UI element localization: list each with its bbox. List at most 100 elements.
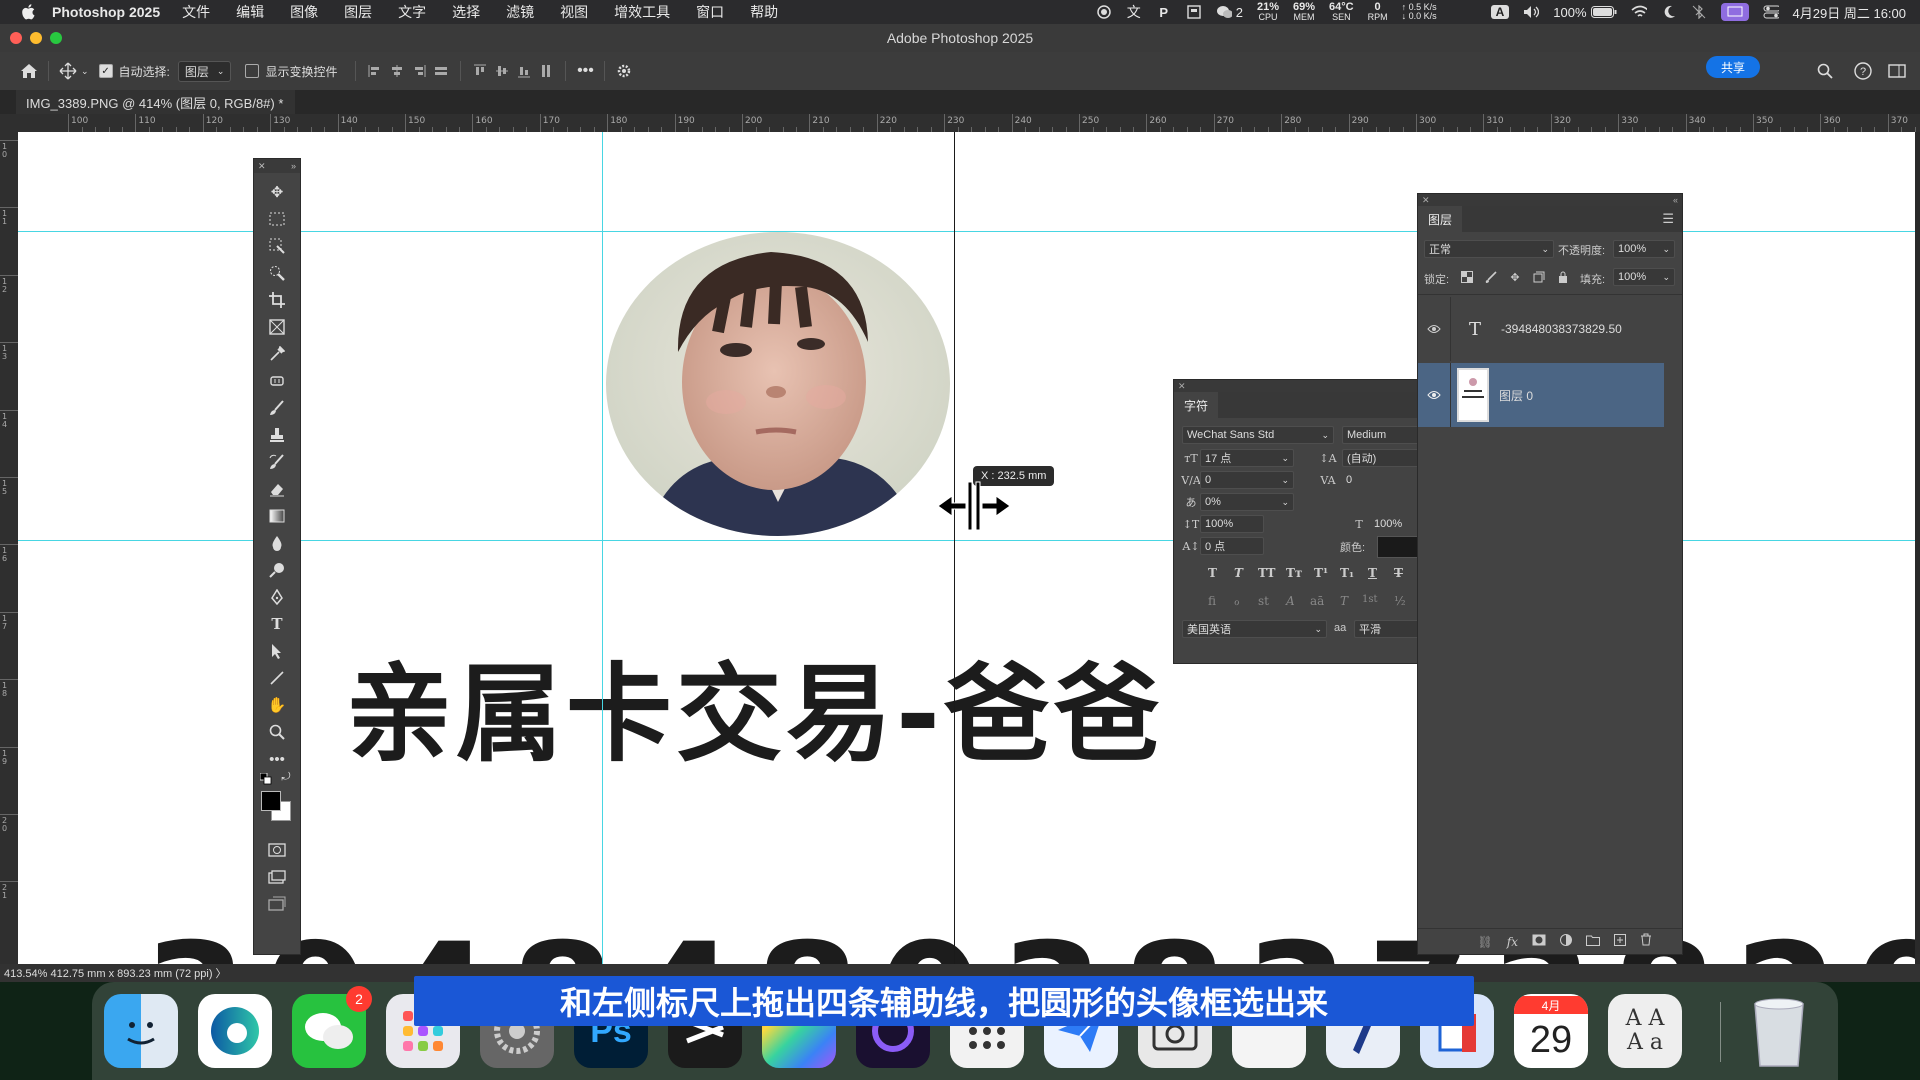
object-select-tool-icon[interactable]: [264, 235, 290, 257]
font-book-icon[interactable]: A A A a: [1608, 994, 1682, 1068]
discretionary-ligatures-button[interactable]: st: [1258, 594, 1269, 608]
auto-select-checkbox[interactable]: ✓: [98, 64, 113, 78]
menu-window[interactable]: 窗口: [696, 2, 724, 22]
type-tool-icon[interactable]: T: [264, 613, 290, 635]
expand-icon[interactable]: »: [291, 161, 296, 171]
more-options-icon[interactable]: •••: [574, 60, 596, 82]
path-select-tool-icon[interactable]: [264, 640, 290, 662]
language-select[interactable]: 美国英语 ⌄: [1182, 620, 1327, 638]
edge-browser-icon[interactable]: [198, 994, 272, 1068]
titling-alternates-button[interactable]: T: [1340, 594, 1348, 608]
visibility-eye-icon[interactable]: [1424, 319, 1444, 339]
move-tool-preset-icon[interactable]: [57, 60, 79, 82]
align-right-icon[interactable]: [408, 60, 430, 82]
calendar-icon[interactable]: 4月 29: [1514, 994, 1588, 1068]
eyedropper-tool-icon[interactable]: [264, 343, 290, 365]
input-method-indicator[interactable]: A: [1490, 5, 1510, 19]
visibility-eye-icon[interactable]: [1424, 385, 1444, 405]
top-ruler[interactable]: 100 110 120 130 140 150 160 170 180 190 200 210 220 2…: [0, 114, 1920, 133]
home-icon[interactable]: [18, 60, 40, 82]
blur-tool-icon[interactable]: [264, 532, 290, 554]
swap-colors-icon[interactable]: ⤾: [278, 770, 294, 784]
distribute-v-icon[interactable]: [535, 60, 557, 82]
healing-brush-tool-icon[interactable]: [264, 370, 290, 392]
app-name-menu[interactable]: Photoshop 2025: [52, 4, 160, 20]
tab-layers[interactable]: 图层: [1418, 206, 1463, 232]
zoom-window-button[interactable]: [50, 32, 62, 44]
screen-mirroring-icon[interactable]: [1720, 3, 1749, 21]
trash-icon[interactable]: [1742, 994, 1816, 1068]
align-top-icon[interactable]: [469, 60, 491, 82]
mask-icon[interactable]: [1532, 933, 1546, 951]
flag-app-icon[interactable]: [1186, 4, 1202, 20]
panel-menu-icon[interactable]: ☰: [1662, 211, 1674, 227]
underline-button[interactable]: T: [1368, 566, 1377, 580]
volume-icon[interactable]: [1523, 4, 1540, 20]
horizontal-scale-field[interactable]: 100%: [1370, 515, 1419, 533]
dodge-tool-icon[interactable]: [264, 559, 290, 581]
adjustment-icon[interactable]: [1560, 933, 1572, 951]
ligatures-button[interactable]: fi: [1208, 594, 1216, 608]
tab-character[interactable]: 字符: [1174, 392, 1219, 418]
swash-button[interactable]: A: [1286, 594, 1295, 608]
wechat-status[interactable]: 2: [1216, 4, 1243, 20]
faux-italic-button[interactable]: T: [1234, 566, 1243, 580]
menu-file[interactable]: 文件: [182, 2, 210, 22]
small-caps-button[interactable]: Tт: [1286, 566, 1302, 580]
finder-icon[interactable]: [104, 994, 178, 1068]
brush-tool-icon[interactable]: [264, 397, 290, 419]
baseline-shift-field[interactable]: 0 点: [1200, 537, 1264, 555]
font-style-select[interactable]: Medium: [1342, 426, 1419, 444]
align-bottom-icon[interactable]: [513, 60, 535, 82]
opacity-field[interactable]: 100% ⌄: [1613, 240, 1675, 258]
frame-tool-icon[interactable]: [264, 316, 290, 338]
marquee-tool-icon[interactable]: [264, 208, 290, 230]
menu-image[interactable]: 图像: [290, 2, 318, 22]
tracking-field[interactable]: 0: [1342, 471, 1419, 489]
close-window-button[interactable]: [10, 32, 22, 44]
quick-select-tool-icon[interactable]: [264, 262, 290, 284]
layer-row-text[interactable]: T -394848038373829.50: [1418, 297, 1664, 361]
layer-row-image[interactable]: 图层 0: [1418, 363, 1664, 427]
control-center-icon[interactable]: [1763, 4, 1779, 20]
strikethrough-button[interactable]: T: [1394, 566, 1403, 580]
foreground-color-swatch[interactable]: [261, 791, 281, 811]
menu-type[interactable]: 文字: [398, 2, 426, 22]
stamp-tool-icon[interactable]: [264, 424, 290, 446]
guide-vertical-left[interactable]: [602, 132, 603, 964]
menu-layer[interactable]: 图层: [344, 2, 372, 22]
menu-view[interactable]: 视图: [560, 2, 588, 22]
link-icon[interactable]: ⛓: [1478, 935, 1493, 949]
history-brush-tool-icon[interactable]: [264, 451, 290, 473]
moon-icon[interactable]: [1661, 4, 1677, 20]
close-icon[interactable]: ✕: [1422, 195, 1430, 206]
workspace-icon[interactable]: [1886, 60, 1908, 82]
antialias-select[interactable]: 平滑: [1354, 620, 1419, 638]
font-family-select[interactable]: WeChat Sans Std ⌄: [1182, 426, 1334, 444]
blend-mode-select[interactable]: 正常 ⌄: [1424, 240, 1554, 258]
minimize-window-button[interactable]: [30, 32, 42, 44]
document-tab[interactable]: IMG_3389.PNG @ 414% (图层 0, RGB/8#) *: [16, 90, 296, 114]
fill-field[interactable]: 100% ⌄: [1613, 268, 1675, 286]
more-tools-icon[interactable]: •••: [264, 748, 290, 770]
fx-icon[interactable]: fx: [1507, 935, 1518, 949]
menu-filter[interactable]: 滤镜: [506, 2, 534, 22]
trash-icon[interactable]: [1640, 933, 1652, 951]
align-middle-icon[interactable]: [491, 60, 513, 82]
subscript-button[interactable]: T₁: [1340, 566, 1354, 580]
crop-tool-icon[interactable]: [264, 289, 290, 311]
bluetooth-off-icon[interactable]: [1691, 4, 1707, 20]
artboard-icon[interactable]: [264, 893, 290, 915]
default-colors-icon[interactable]: [258, 772, 274, 786]
gradient-tool-icon[interactable]: [264, 505, 290, 527]
all-caps-button[interactable]: TT: [1258, 566, 1275, 580]
align-center-h-icon[interactable]: [386, 60, 408, 82]
line-tool-icon[interactable]: [264, 667, 290, 689]
kerning-field[interactable]: 0 ⌄: [1200, 471, 1294, 489]
distribute-icon[interactable]: [430, 60, 452, 82]
leading-field[interactable]: (自动): [1342, 449, 1419, 467]
auto-select-target-select[interactable]: 图层 ⌄: [177, 60, 232, 82]
fractions-button[interactable]: ½: [1394, 594, 1406, 608]
show-transform-checkbox[interactable]: [245, 64, 260, 78]
screen-mode-icon[interactable]: [264, 866, 290, 888]
